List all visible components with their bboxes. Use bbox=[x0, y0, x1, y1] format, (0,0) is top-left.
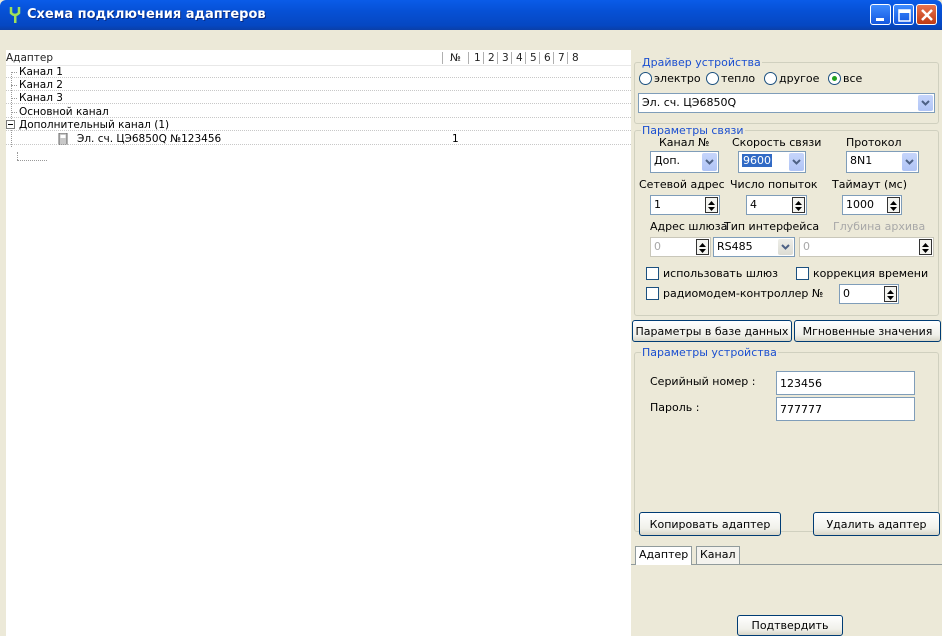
protocol-select[interactable]: 8N1 bbox=[846, 151, 919, 173]
right-panel: Драйвер устройства электро тепло другое … bbox=[631, 50, 942, 636]
delete-adapter-button[interactable]: Удалить адаптер bbox=[813, 512, 940, 536]
radio-heat-label[interactable]: тепло bbox=[721, 72, 755, 85]
protocol-label: Протокол bbox=[846, 136, 902, 149]
col-slot[interactable]: 6 bbox=[544, 52, 551, 64]
radio-electro-label[interactable]: электро bbox=[654, 72, 701, 85]
col-slot[interactable]: 3 bbox=[502, 52, 509, 64]
maximize-button[interactable] bbox=[893, 4, 914, 25]
stepper-icon[interactable] bbox=[884, 286, 897, 302]
speed-label: Скорость связи bbox=[732, 136, 822, 149]
password-label: Пароль : bbox=[650, 401, 700, 414]
radio-all-label[interactable]: все bbox=[843, 72, 862, 85]
app-window: Схема подключения адаптеров Канал 1 Кана… bbox=[0, 0, 942, 636]
radio-other[interactable] bbox=[764, 72, 777, 85]
time-correction-checkbox[interactable] bbox=[796, 267, 809, 280]
device-params-group: Параметры устройства Серийный номер : 12… bbox=[634, 346, 939, 532]
maximize-icon bbox=[898, 9, 911, 22]
tab-adapter[interactable]: Адаптер bbox=[635, 546, 693, 565]
radio-heat[interactable] bbox=[706, 72, 719, 85]
tree-item-additional-channel[interactable]: Дополнительный канал (1) bbox=[6, 119, 631, 131]
comm-params-group: Параметры связи Канал № Скорость связи П… bbox=[634, 124, 939, 316]
timeout-label: Таймаут (мс) bbox=[832, 178, 907, 191]
col-slot[interactable]: 2 bbox=[488, 52, 495, 64]
channel-select[interactable]: Доп. bbox=[650, 151, 719, 173]
serial-number-field[interactable]: 123456 bbox=[776, 371, 915, 395]
time-correction-label[interactable]: коррекция времени bbox=[813, 267, 928, 280]
col-slot[interactable]: 8 bbox=[572, 52, 579, 64]
tab-channel[interactable]: Канал bbox=[696, 546, 740, 564]
minimize-button[interactable] bbox=[870, 4, 891, 25]
radio-electro[interactable] bbox=[639, 72, 652, 85]
chevron-down-icon[interactable] bbox=[778, 239, 793, 255]
archive-depth-stepper[interactable]: 0 bbox=[799, 237, 934, 257]
stepper-icon[interactable] bbox=[696, 239, 709, 255]
stepper-icon[interactable] bbox=[792, 197, 805, 213]
attempts-label: Число попыток bbox=[730, 178, 818, 191]
app-icon bbox=[8, 6, 22, 24]
tree-header: Адаптер № 1 2 3 4 5 6 7 8 bbox=[6, 50, 631, 66]
driver-group-title: Драйвер устройства bbox=[641, 56, 762, 69]
gateway-addr-stepper[interactable]: 0 bbox=[650, 237, 711, 257]
use-gateway-checkbox[interactable] bbox=[646, 267, 659, 280]
chevron-down-icon[interactable] bbox=[902, 153, 917, 171]
tree-item-channel-3[interactable]: Канал 3 bbox=[6, 92, 631, 104]
stepper-icon[interactable] bbox=[887, 197, 900, 213]
col-number[interactable]: № bbox=[450, 52, 461, 64]
tree-item-main-channel[interactable]: Основной канал bbox=[6, 106, 631, 118]
timeout-stepper[interactable]: 1000 bbox=[842, 195, 902, 215]
radiomodem-checkbox[interactable] bbox=[646, 287, 659, 300]
collapse-icon[interactable] bbox=[6, 120, 15, 129]
col-slot[interactable]: 5 bbox=[530, 52, 537, 64]
net-addr-stepper[interactable]: 1 bbox=[650, 195, 720, 215]
driver-group: Драйвер устройства электро тепло другое … bbox=[634, 56, 939, 124]
close-button[interactable] bbox=[916, 4, 937, 25]
radiomodem-stepper[interactable]: 0 bbox=[839, 284, 899, 304]
net-addr-label: Сетевой адрес bbox=[639, 178, 725, 191]
db-params-button[interactable]: Параметры в базе данных bbox=[632, 320, 792, 342]
meter-icon bbox=[58, 132, 68, 148]
device-driver-select[interactable]: Эл. сч. ЦЭ6850Q bbox=[638, 93, 935, 113]
device-params-title: Параметры устройства bbox=[641, 346, 778, 359]
radio-other-label[interactable]: другое bbox=[779, 72, 819, 85]
channel-label: Канал № bbox=[659, 136, 710, 149]
tree-item-channel-2[interactable]: Канал 2 bbox=[6, 79, 631, 91]
serial-label: Серийный номер : bbox=[650, 375, 756, 388]
password-field[interactable]: 777777 bbox=[776, 397, 915, 421]
chevron-down-icon[interactable] bbox=[918, 95, 933, 111]
radiomodem-label[interactable]: радиомодем-контроллер № bbox=[663, 287, 823, 300]
adapter-tree[interactable]: Канал 1 Канал 2 Канал 3 Основной канал Д… bbox=[6, 50, 631, 636]
iface-select[interactable]: RS485 bbox=[713, 237, 795, 257]
instant-values-button[interactable]: Мгновенные значения bbox=[794, 320, 941, 342]
use-gateway-label[interactable]: использовать шлюз bbox=[663, 267, 778, 280]
close-icon bbox=[921, 9, 933, 21]
copy-adapter-button[interactable]: Копировать адаптер bbox=[639, 512, 781, 536]
chevron-down-icon[interactable] bbox=[702, 153, 717, 171]
speed-select[interactable]: 9600 bbox=[738, 151, 806, 173]
minimize-icon bbox=[876, 18, 884, 21]
radio-all[interactable] bbox=[828, 72, 841, 85]
tree-item-channel-1[interactable]: Канал 1 bbox=[6, 66, 631, 78]
iface-label: Тип интерфейса bbox=[724, 220, 820, 233]
col-adapter[interactable]: Адаптер bbox=[6, 52, 53, 64]
col-slot[interactable]: 4 bbox=[516, 52, 523, 64]
attempts-stepper[interactable]: 4 bbox=[746, 195, 807, 215]
stepper-icon[interactable] bbox=[705, 197, 718, 213]
confirm-button[interactable]: Подтвердить bbox=[737, 615, 843, 636]
col-slot[interactable]: 7 bbox=[558, 52, 565, 64]
chevron-down-icon[interactable] bbox=[789, 153, 804, 171]
archive-depth-label: Глубина архива bbox=[833, 220, 926, 233]
gateway-addr-label: Адрес шлюза bbox=[650, 220, 728, 233]
window-title: Схема подключения адаптеров bbox=[27, 7, 266, 22]
col-slot[interactable]: 1 bbox=[474, 52, 481, 64]
stepper-icon[interactable] bbox=[919, 239, 932, 255]
title-bar[interactable]: Схема подключения адаптеров bbox=[0, 0, 942, 30]
tree-item-meter[interactable]: Эл. сч. ЦЭ6850Q №123456 1 bbox=[6, 132, 631, 148]
